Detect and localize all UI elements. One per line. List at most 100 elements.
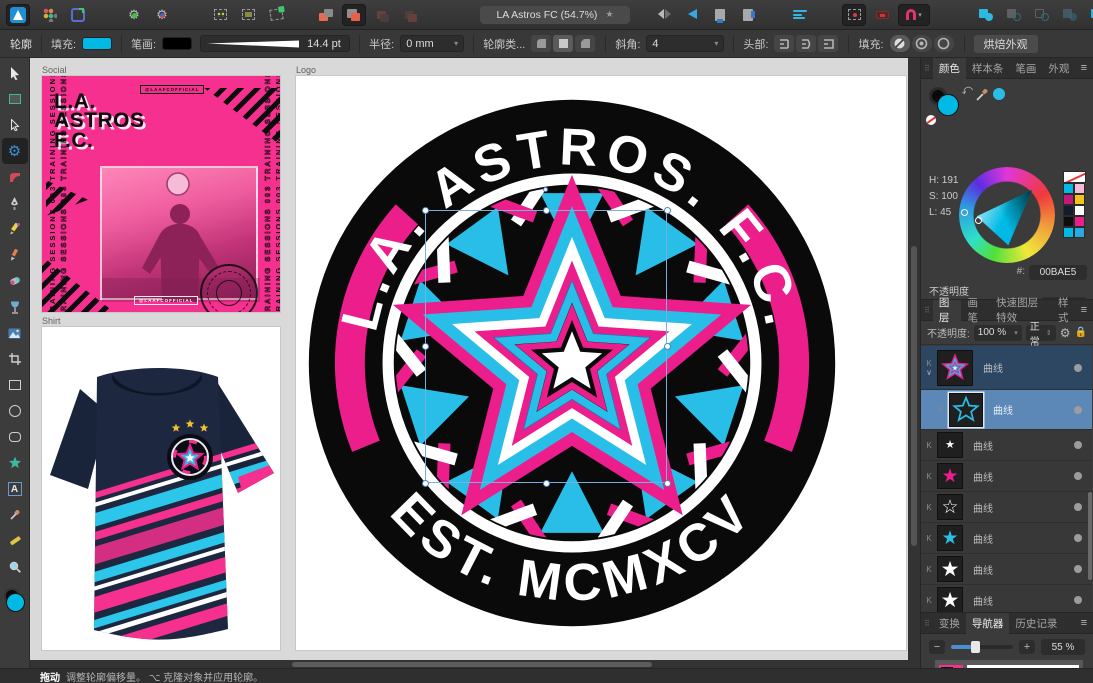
- color-picker-tool[interactable]: [2, 502, 28, 528]
- no-color-circle[interactable]: [926, 115, 936, 125]
- sl-handle[interactable]: [975, 217, 982, 224]
- move-tool[interactable]: [2, 60, 28, 86]
- zoom-out-button[interactable]: −: [929, 640, 945, 654]
- swatch[interactable]: [1063, 194, 1074, 205]
- layer-name[interactable]: 曲线: [973, 593, 1074, 608]
- artboard-label-shirt[interactable]: Shirt: [42, 316, 61, 326]
- layer-name[interactable]: 曲线: [993, 402, 1074, 417]
- vector-crop-tool[interactable]: [2, 346, 28, 372]
- selection-handle-bottom-right[interactable]: [664, 480, 671, 487]
- zoom-slider-knob[interactable]: [971, 641, 980, 653]
- contour-tool[interactable]: ⚙: [2, 138, 28, 164]
- artboard-label-social[interactable]: Social: [42, 65, 67, 75]
- boolean-add-button[interactable]: [974, 4, 998, 26]
- rounded-rectangle-tool[interactable]: [2, 424, 28, 450]
- tab-color[interactable]: 颜色: [933, 58, 966, 79]
- fill-color-circle[interactable]: [937, 94, 959, 116]
- vertical-scrollbar[interactable]: [908, 58, 920, 668]
- canvas-viewport[interactable]: Social L.A. ASTROS F.C. @LAAFCOFFICIAL: [30, 58, 920, 668]
- move-to-back-button[interactable]: [314, 4, 338, 26]
- tab-navigator[interactable]: 导航器: [966, 613, 1010, 634]
- move-to-front-button[interactable]: [398, 4, 422, 26]
- layer-visibility-toggle[interactable]: [1074, 596, 1082, 604]
- layers-opacity-dropdown[interactable]: 100 %▾: [974, 325, 1022, 341]
- bake-appearance-button[interactable]: 烘焙外观: [974, 35, 1038, 53]
- boolean-subtract-button[interactable]: [1002, 4, 1026, 26]
- place-image-tool[interactable]: [2, 320, 28, 346]
- export-persona-button[interactable]: [66, 4, 90, 26]
- artboard-social[interactable]: L.A. ASTROS F.C. @LAAFCOFFICIAL TRAINING…: [42, 76, 280, 312]
- layer-visibility-toggle[interactable]: [1074, 503, 1082, 511]
- stroke-width-slider[interactable]: 14.4 pt: [200, 35, 350, 52]
- swatch-none[interactable]: [1063, 171, 1086, 183]
- hex-input[interactable]: 00BAE5: [1029, 265, 1087, 280]
- layer-name[interactable]: 曲线: [973, 469, 1074, 484]
- layer-settings-gear-icon[interactable]: ⚙: [1060, 326, 1071, 340]
- layer-visibility-toggle[interactable]: [1074, 364, 1082, 372]
- layer-visibility-toggle[interactable]: [1074, 534, 1082, 542]
- tab-transform[interactable]: 变换: [933, 613, 966, 634]
- fill-rule-winding-button[interactable]: [912, 35, 932, 52]
- tab-history[interactable]: 历史记录: [1009, 613, 1063, 634]
- layer-thumbnail[interactable]: [949, 393, 983, 427]
- stroke-color-swatch[interactable]: [162, 37, 192, 50]
- snapping-toggle-button[interactable]: ▾: [898, 4, 930, 26]
- layer-visibility-toggle[interactable]: [1074, 472, 1082, 480]
- shape-tool[interactable]: [2, 450, 28, 476]
- pixel-persona-button[interactable]: [38, 4, 62, 26]
- swatch[interactable]: [1063, 227, 1074, 238]
- layer-row[interactable]: K ☆ 曲线: [921, 492, 1092, 523]
- zoom-value[interactable]: 55 %: [1041, 639, 1085, 655]
- pencil-tool[interactable]: [2, 216, 28, 242]
- selection-handle-bottom-mid[interactable]: [543, 480, 550, 487]
- layer-visibility-toggle[interactable]: [1074, 406, 1082, 414]
- fill-rule-none-button[interactable]: [890, 35, 910, 52]
- rotate-cw-button[interactable]: [736, 4, 760, 26]
- zoom-in-button[interactable]: +: [1019, 640, 1035, 654]
- node-handle[interactable]: [543, 187, 548, 192]
- assistant-settings-button[interactable]: ⚙: [150, 4, 174, 26]
- marquee-show-selection-button[interactable]: [208, 4, 232, 26]
- zoom-slider[interactable]: [951, 645, 1013, 649]
- transparency-tool[interactable]: [2, 294, 28, 320]
- selection-handle-top-left[interactable]: [422, 207, 429, 214]
- boolean-divide-button[interactable]: [1086, 4, 1093, 26]
- ellipse-tool[interactable]: [2, 398, 28, 424]
- swatch[interactable]: [1074, 227, 1085, 238]
- layer-name[interactable]: 曲线: [983, 360, 1074, 375]
- layer-thumbnail[interactable]: ★: [937, 432, 963, 458]
- layer-lock-icon[interactable]: 🔒: [1075, 327, 1087, 338]
- panel-grip-icon[interactable]: ⠿: [921, 64, 933, 73]
- layer-row[interactable]: K∨ 曲线: [921, 346, 1092, 390]
- fill-color-well[interactable]: [6, 593, 25, 612]
- cap-butt-button[interactable]: [774, 35, 794, 52]
- tab-layers[interactable]: 图层: [933, 300, 962, 321]
- boolean-intersect-button[interactable]: [1030, 4, 1054, 26]
- fill-stroke-indicator[interactable]: [2, 588, 28, 618]
- layer-thumbnail[interactable]: ★: [937, 525, 963, 551]
- layer-name[interactable]: 曲线: [973, 562, 1074, 577]
- snap-midpoint-button[interactable]: [870, 4, 894, 26]
- layer-row[interactable]: K ★ 曲线: [921, 523, 1092, 554]
- join-miter-button[interactable]: [553, 35, 573, 52]
- layer-thumbnail[interactable]: ☆: [937, 494, 963, 520]
- swap-arrow-icon[interactable]: ⤺: [959, 82, 975, 98]
- layer-thumbnail[interactable]: [937, 350, 973, 386]
- swatch[interactable]: [1074, 194, 1085, 205]
- layer-row[interactable]: K ★ 曲线: [921, 430, 1092, 461]
- selection-handle-mid-left[interactable]: [422, 343, 429, 350]
- radius-dropdown[interactable]: 0 mm ▾: [400, 35, 464, 52]
- selection-handle-top-right[interactable]: [664, 207, 671, 214]
- fill-tool[interactable]: [2, 268, 28, 294]
- layer-row[interactable]: K ★ 曲线: [921, 554, 1092, 585]
- selection-handle-top-mid[interactable]: [543, 207, 550, 214]
- horizontal-scrollbar[interactable]: [30, 660, 908, 668]
- layer-name[interactable]: 曲线: [973, 500, 1074, 515]
- artboard-shirt[interactable]: [42, 327, 280, 650]
- artboard-tool[interactable]: [2, 86, 28, 112]
- designer-persona-button[interactable]: [6, 4, 30, 26]
- swatch[interactable]: [1074, 205, 1085, 216]
- tab-swatches[interactable]: 样本条: [966, 58, 1010, 79]
- artboard-label-logo[interactable]: Logo: [296, 65, 316, 75]
- snapping-settings-button[interactable]: ⚙: [122, 4, 146, 26]
